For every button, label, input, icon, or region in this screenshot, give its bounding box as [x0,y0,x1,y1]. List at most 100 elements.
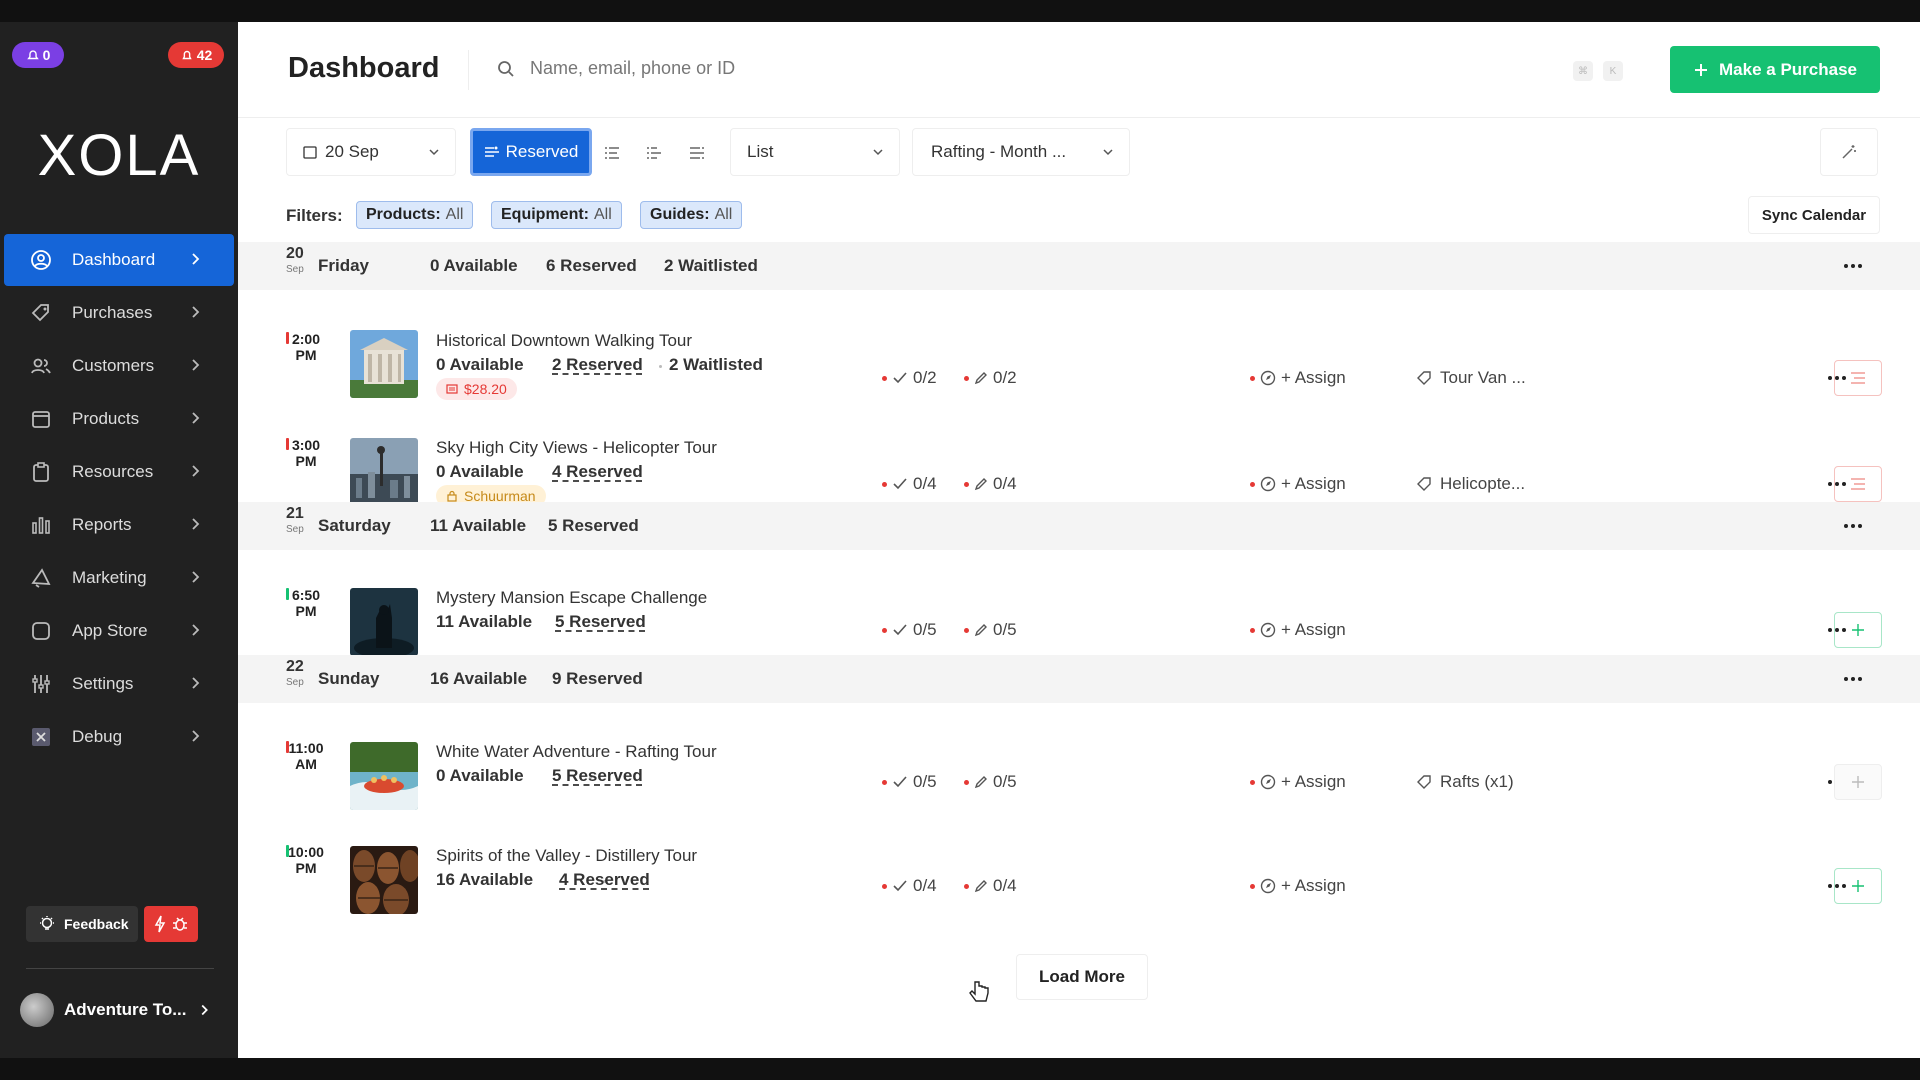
account-switcher[interactable]: Adventure To... [20,990,220,1030]
sidebar-item-purchases[interactable]: Purchases [4,287,234,339]
pen-icon [974,478,987,491]
event-row[interactable]: 2:00 PM Historical Downtown Walking Tour … [238,302,1920,402]
checkin-value: 0/4 [913,876,937,895]
event-reserved-link[interactable]: 2 Reserved [552,355,643,375]
event-time: 10:00 PM [286,844,326,876]
list-filter-icon [484,146,499,157]
reserved-list-button[interactable] [1834,360,1882,396]
load-more-button[interactable]: Load More [1016,954,1148,1000]
report-bug-button[interactable] [144,906,198,942]
window-frame-bottom [0,1058,1920,1080]
day-reserved: 5 Reserved [548,516,639,535]
view-toggle-1[interactable] [600,140,626,166]
filter-chip-equipment[interactable]: Equipment: All [491,201,622,229]
more-menu-button[interactable] [1838,256,1868,276]
chevron-right-icon [192,518,200,530]
assign-guide-button[interactable]: + Assign [1250,474,1346,494]
pen-icon [974,624,987,637]
sidebar-item-resources[interactable]: Resources [4,446,234,498]
event-time-hour: 11:00 [288,740,324,756]
sidebar-item-label: Purchases [72,303,153,322]
view-toggle-3[interactable] [684,140,710,166]
more-menu-button[interactable] [1838,669,1868,689]
sidebar-item-settings[interactable]: Settings [4,658,234,710]
sidebar-item-products[interactable]: Products [4,393,234,445]
reserved-view-button[interactable]: Reserved [470,128,592,176]
chevron-right-icon [192,730,200,742]
event-name[interactable]: Sky High City Views - Helicopter Tour [436,438,717,458]
magic-wand-button[interactable] [1820,128,1878,176]
balance-badge[interactable]: $28.20 [436,378,517,400]
filter-chip-guides[interactable]: Guides: All [640,201,743,229]
event-reserved-link[interactable]: 5 Reserved [552,766,643,786]
event-thumbnail [350,330,418,398]
day-month: Sep [286,677,304,688]
day-reserved: 6 Reserved [546,256,637,275]
add-booking-button[interactable] [1834,612,1882,648]
add-booking-button[interactable] [1834,868,1882,904]
equipment-label: Tour Van ... [1440,368,1526,387]
event-name[interactable]: White Water Adventure - Rafting Tour [436,742,717,762]
date-value: 20 Sep [325,142,379,161]
sync-calendar-button[interactable]: Sync Calendar [1748,196,1880,234]
date-picker[interactable]: 20 Sep [286,128,456,176]
event-available: 11 Available [436,612,533,631]
notification-badge-purple[interactable]: 0 [12,42,64,68]
xola-logo[interactable]: XOLA [0,122,238,189]
sidebar-item-reports[interactable]: Reports [4,499,234,551]
assign-guide-button[interactable]: + Assign [1250,772,1346,792]
bell-icon [182,50,192,60]
view-mode-select[interactable]: List [730,128,900,176]
assign-guide-button[interactable]: + Assign [1250,368,1346,388]
bell-icon [26,50,39,60]
event-reserved-link[interactable]: 4 Reserved [559,870,650,890]
sidebar-divider [26,968,214,969]
chip-value: All [445,206,464,223]
event-row[interactable]: 10:00 PM Spirits of the Valley - Distille… [238,810,1920,914]
event-name[interactable]: Historical Downtown Walking Tour [436,331,692,351]
event-reserved-link[interactable]: 5 Reserved [555,612,646,632]
list-icon [1851,372,1865,384]
assign-guide-button[interactable]: + Assign [1250,876,1346,896]
add-booking-button-disabled[interactable] [1834,764,1882,800]
calendar-select[interactable]: Rafting - Month ... [912,128,1130,176]
list-icon [1851,478,1865,490]
notification-badge-red[interactable]: 42 [168,42,224,68]
equipment-tag[interactable]: Tour Van ... [1416,368,1526,388]
day-available: 0 Available [430,256,518,275]
plus-icon [1852,776,1864,788]
search-input[interactable]: Name, email, phone or ID [496,58,735,79]
event-name[interactable]: Mystery Mansion Escape Challenge [436,588,707,608]
equipment-tag[interactable]: Helicopte... [1416,474,1525,494]
event-row[interactable]: 11:00 AM White Water Adventure - Rafting … [238,706,1920,810]
event-reserved-link[interactable]: 4 Reserved [552,462,643,482]
event-row[interactable]: 6:50 PM Mystery Mansion Escape Challenge … [238,554,1920,656]
sidebar-item-label: Marketing [72,568,147,587]
sidebar-item-marketing[interactable]: Marketing [4,552,234,604]
shortcut-key-k: K [1603,61,1623,81]
make-purchase-button[interactable]: Make a Purchase [1670,46,1880,93]
equipment-label: Helicopte... [1440,474,1526,493]
sidebar-item-label: Dashboard [72,250,156,269]
sidebar-item-app-store[interactable]: App Store [4,605,234,657]
sidebar-item-customers[interactable]: Customers [4,340,234,392]
sidebar-item-dashboard[interactable]: Dashboard [4,234,234,286]
day-name: Friday [318,256,370,275]
tag-icon [30,302,52,324]
view-toggle-2[interactable] [642,140,668,166]
reserved-list-button[interactable] [1834,466,1882,502]
sidebar-item-debug[interactable]: Debug [4,711,234,763]
event-name[interactable]: Spirits of the Valley - Distillery Tour [436,846,697,866]
separator-dot [659,365,662,368]
assign-guide-button[interactable]: + Assign [1250,620,1346,640]
equipment-tag[interactable]: Rafts (x1) [1416,772,1514,792]
event-thumbnail [350,438,418,506]
sidebar-item-label: App Store [72,621,148,640]
filter-chip-products[interactable]: Products: All [356,201,474,229]
checkin-count: 0/4 [882,876,937,896]
waiver-value: 0/5 [993,772,1017,791]
feedback-button[interactable]: Feedback [26,906,138,942]
waiver-value: 0/4 [993,876,1017,895]
tag-icon [1417,775,1431,789]
more-menu-button[interactable] [1838,516,1868,536]
